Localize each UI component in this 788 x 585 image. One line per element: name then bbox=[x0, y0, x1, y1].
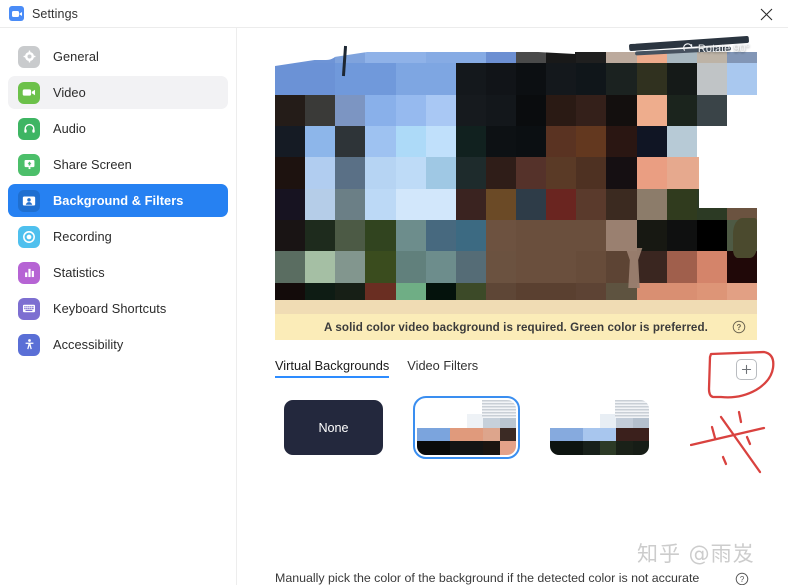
close-icon bbox=[760, 8, 772, 20]
bar-chart-icon bbox=[18, 261, 40, 284]
sidebar-item-label: Statistics bbox=[53, 265, 105, 280]
help-circle-icon[interactable]: ? bbox=[735, 572, 749, 585]
plus-icon bbox=[741, 364, 752, 375]
settings-content: Rotate 90° A solid color video backgroun… bbox=[238, 28, 788, 585]
sidebar-item-general[interactable]: General bbox=[8, 40, 228, 73]
thumbnail-blinds bbox=[615, 400, 649, 418]
sidebar-item-background-filters[interactable]: Background & Filters bbox=[8, 184, 228, 217]
tab-label: Video Filters bbox=[407, 358, 479, 373]
thumbnail-label: None bbox=[318, 420, 349, 435]
zoom-logo-icon bbox=[9, 6, 24, 21]
svg-text:?: ? bbox=[737, 323, 742, 332]
camera-icon bbox=[18, 81, 40, 104]
sidebar-item-label: Audio bbox=[53, 121, 86, 136]
sidebar-item-keyboard-shortcuts[interactable]: Keyboard Shortcuts bbox=[8, 292, 228, 325]
title-bar: Settings bbox=[0, 0, 788, 28]
sidebar-item-label: Keyboard Shortcuts bbox=[53, 301, 167, 316]
accessibility-icon bbox=[18, 333, 40, 356]
close-button[interactable] bbox=[744, 0, 788, 28]
sidebar-item-statistics[interactable]: Statistics bbox=[8, 256, 228, 289]
thumbnail-blinds bbox=[482, 400, 516, 418]
help-circle-icon[interactable]: ? bbox=[732, 320, 746, 334]
background-thumbnail-list: None bbox=[284, 396, 649, 459]
sidebar-item-label: Share Screen bbox=[53, 157, 132, 172]
svg-text:?: ? bbox=[740, 575, 745, 584]
settings-window: Settings General Video Audio Share Scree… bbox=[0, 0, 788, 585]
background-thumbnail-2[interactable] bbox=[550, 400, 649, 455]
manual-pick-text: Manually pick the color of the backgroun… bbox=[275, 571, 700, 585]
sidebar-item-audio[interactable]: Audio bbox=[8, 112, 228, 145]
headset-icon bbox=[18, 117, 40, 140]
sidebar-item-label: Recording bbox=[53, 229, 112, 244]
preview-lamp bbox=[299, 48, 337, 60]
video-preview-mosaic bbox=[275, 32, 757, 314]
warning-text: A solid color video background is requir… bbox=[323, 320, 708, 334]
record-icon bbox=[18, 225, 40, 248]
person-card-icon bbox=[18, 189, 40, 212]
add-background-button[interactable] bbox=[736, 359, 757, 380]
sidebar-item-label: General bbox=[53, 49, 99, 64]
preview-window-light bbox=[699, 142, 757, 208]
window-title: Settings bbox=[32, 6, 78, 21]
sidebar-item-video[interactable]: Video bbox=[8, 76, 228, 109]
keyboard-icon bbox=[18, 297, 40, 320]
upload-icon bbox=[18, 153, 40, 176]
tab-video-filters[interactable]: Video Filters bbox=[407, 358, 478, 378]
sidebar-item-accessibility[interactable]: Accessibility bbox=[8, 328, 228, 361]
sidebar-item-label: Video bbox=[53, 85, 86, 100]
sidebar-item-label: Accessibility bbox=[53, 337, 124, 352]
rotate-icon bbox=[683, 43, 693, 51]
gear-icon bbox=[18, 45, 40, 68]
settings-sidebar: General Video Audio Share Screen Backgro… bbox=[0, 28, 237, 585]
sidebar-item-label: Background & Filters bbox=[53, 193, 184, 208]
tab-virtual-backgrounds[interactable]: Virtual Backgrounds bbox=[275, 358, 390, 378]
warning-banner: A solid color video background is requir… bbox=[275, 314, 757, 340]
background-tabs: Virtual Backgrounds Video Filters bbox=[275, 358, 478, 378]
background-thumbnail-none[interactable]: None bbox=[284, 400, 383, 455]
preview-floor bbox=[275, 300, 757, 314]
video-preview: Rotate 90° bbox=[275, 32, 757, 314]
tab-label: Virtual Backgrounds bbox=[275, 358, 390, 373]
sidebar-item-share-screen[interactable]: Share Screen bbox=[8, 148, 228, 181]
preview-bush bbox=[733, 218, 757, 258]
rotate-90-label: Rotate 90° bbox=[697, 43, 750, 55]
background-thumbnail-1[interactable] bbox=[413, 396, 520, 459]
rotate-90-button[interactable]: Rotate 90° bbox=[682, 40, 750, 58]
sidebar-item-recording[interactable]: Recording bbox=[8, 220, 228, 253]
